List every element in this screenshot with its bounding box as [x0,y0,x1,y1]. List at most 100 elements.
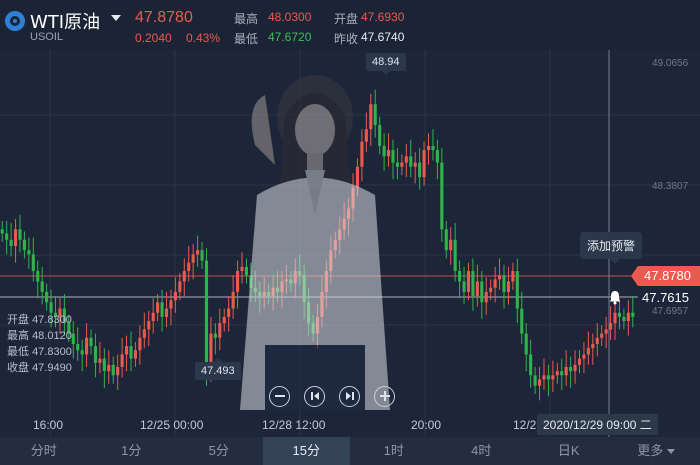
tab-daily[interactable]: 日K [525,437,613,465]
candle-body [537,379,542,386]
high-value: 48.0300 [268,10,312,24]
candle-body [564,366,568,376]
go-last-button[interactable] [339,386,360,407]
candle-body [498,275,502,280]
candle-body [506,281,510,292]
ohlc-high: 最高 48.0120 [7,330,72,342]
candle-body [142,329,146,338]
tab-4hour[interactable]: 4时 [438,437,526,465]
x-tick-label: 16:00 [33,418,64,432]
ohlc-low: 最低 47.8300 [7,346,72,358]
y-tick-label: 49.0656 [652,58,689,69]
candle-body [515,271,519,309]
x-tick-label: 20:00 [411,418,442,432]
candle-body [0,229,4,234]
skip-forward-icon [345,392,354,400]
candle-body [422,150,426,178]
alert-price-label: 47.7615 [642,290,689,305]
candle-body [440,162,444,230]
candle-body [13,229,18,247]
candle-body [45,291,49,303]
period-tabs: 分时 1分 5分 15分 1时 4时 日K 更多 [0,437,700,465]
candle-body [480,281,484,303]
candle-body [591,344,595,349]
candle-body [595,337,599,345]
candle-body [604,329,608,334]
y-tick-label: 47.6957 [652,306,689,317]
candle-body [631,312,635,317]
candle-body [582,354,586,359]
max-price-tip: 48.94 [366,53,406,75]
add-alert-button[interactable]: 添加预警 [580,232,643,264]
candle-body [613,312,617,324]
candle-body [107,364,111,372]
tab-1min[interactable]: 1分 [88,437,176,465]
candle-body [489,287,493,292]
y-tick-label: 48.3807 [652,181,689,192]
candle-body [529,354,533,376]
high-label: 最高 [234,12,259,26]
candle-body [156,302,160,313]
candle-body [626,312,630,322]
candle-body [546,375,550,380]
candle-body [169,300,173,309]
candle-body [413,162,417,167]
candle-body [600,333,604,338]
crosshair-time-label: 2020/12/29 09:00 二 [537,414,658,435]
candle-body [120,354,124,367]
symbol-logo-icon [5,11,25,31]
candle-body [462,281,466,292]
price-change-percent: 0.43% [186,31,221,45]
candle-body [173,291,177,301]
tab-15min[interactable]: 15分 [262,437,350,465]
tab-timeshare[interactable]: 分时 [0,437,88,465]
candle-body [418,162,422,178]
bell-icon[interactable] [608,290,622,305]
tab-5min[interactable]: 5分 [175,437,263,465]
last-price: 47.8780 [135,9,193,26]
candle-body [458,271,462,282]
candle-body [524,333,528,355]
candle-body [27,250,31,255]
candle-body [129,346,133,359]
candle-body [484,291,488,303]
candle-body [9,239,13,247]
go-first-button[interactable] [304,386,325,407]
candle-body [133,350,137,359]
candle-body [31,254,35,272]
minus-icon [274,395,285,397]
tab-1hour[interactable]: 1时 [350,437,438,465]
x-tick-label: 12/28 12:00 [262,418,326,432]
candle-body [511,271,515,282]
ohlc-open: 开盘 47.8300 [7,314,72,326]
candle-body [213,333,217,338]
zoom-in-button[interactable] [374,386,395,407]
ohlc-close: 收盘 47.9490 [7,362,72,374]
open-value: 47.6930 [361,10,405,24]
candle-body [160,302,164,317]
candle-body [80,350,84,355]
candle-body [227,308,231,317]
candle-body [435,150,439,163]
candle-body [40,281,44,292]
candle-body [395,162,399,167]
candle-body [586,348,590,355]
app-window: WTI原油 USOIL 47.8780 0.2040 0.43% 最高 48.0… [0,0,700,465]
price-change: 0.2040 [135,31,172,45]
candle-body [187,262,191,272]
candle-body [204,260,209,372]
candle-body [36,271,40,282]
candle-body [573,364,577,372]
plus-icon [379,391,390,401]
symbol-dropdown-icon[interactable] [111,15,121,21]
candle-body [182,271,186,282]
candle-body [560,371,564,376]
candle-body [93,346,98,363]
candle-body [191,254,195,263]
zoom-out-button[interactable] [269,386,290,407]
candle-body [98,358,102,363]
tab-more[interactable]: 更多 [613,437,700,465]
prev-close-label: 昨收 [334,32,359,46]
candle-body [147,321,151,330]
candle-body [431,145,435,151]
